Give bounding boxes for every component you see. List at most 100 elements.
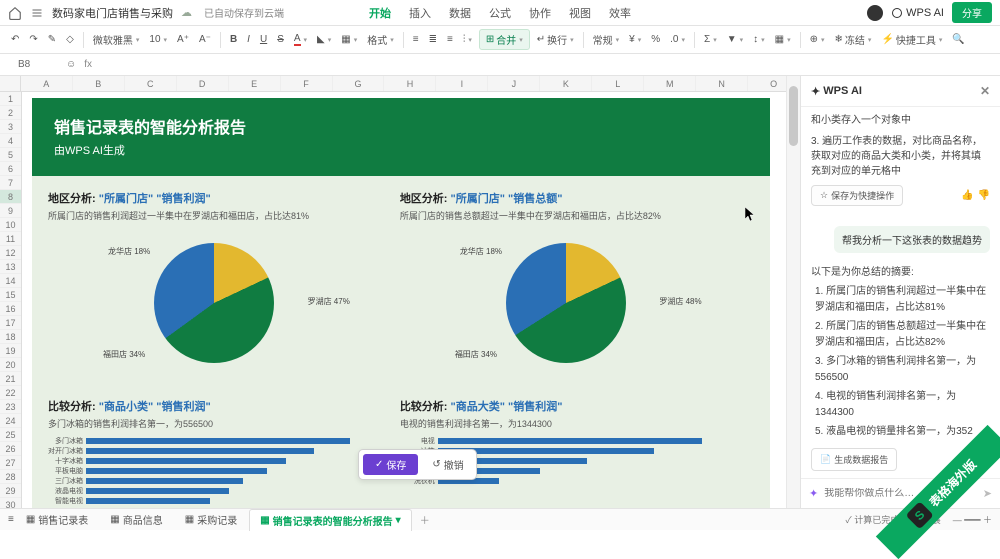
sheet-tab-0[interactable]: ▦ 销售记录表 — [16, 509, 98, 530]
clear-format-icon[interactable]: ◇ — [63, 32, 77, 47]
underline-icon[interactable]: U — [257, 32, 270, 47]
row-header[interactable]: 26 — [0, 442, 21, 456]
cell-style-icon[interactable]: 格式 — [364, 30, 397, 49]
valign-icon[interactable]: ⫶ — [460, 32, 475, 47]
tab-efficiency[interactable]: 效率 — [609, 5, 631, 21]
row-header[interactable]: 13 — [0, 260, 21, 274]
col-header[interactable]: D — [177, 76, 229, 91]
row-header[interactable]: 15 — [0, 288, 21, 302]
row-header[interactable]: 5 — [0, 148, 21, 162]
col-header[interactable]: C — [125, 76, 177, 91]
vertical-scrollbar[interactable] — [786, 76, 800, 508]
currency-icon[interactable]: ¥ — [626, 32, 644, 47]
tab-start[interactable]: 开始 — [369, 5, 391, 21]
send-icon[interactable]: ➤ — [983, 487, 992, 500]
sheet-tab-2[interactable]: ▦ 采购记录 — [175, 509, 247, 530]
select-all-corner[interactable] — [0, 76, 21, 91]
tab-data[interactable]: 数据 — [449, 5, 471, 21]
row-header[interactable]: 12 — [0, 246, 21, 260]
generate-report-button[interactable]: 📄 生成数据报告 — [811, 448, 897, 471]
wps-ai-button[interactable]: WPS AI — [891, 7, 944, 19]
tabs-menu-icon[interactable]: ≡ — [8, 514, 14, 525]
sheet-tab-3[interactable]: ▦ 销售记录表的智能分析报告 ▾ — [249, 509, 411, 531]
bold-icon[interactable]: B — [227, 32, 240, 47]
align-center-icon[interactable]: ≣ — [426, 32, 440, 47]
avatar[interactable] — [867, 5, 883, 21]
row-header[interactable]: 14 — [0, 274, 21, 288]
merge-button[interactable]: ⊞ 合并 — [479, 29, 530, 50]
row-header[interactable]: 21 — [0, 372, 21, 386]
font-color-icon[interactable]: A — [291, 31, 310, 48]
sort-icon[interactable]: ↕ — [750, 32, 768, 47]
row-header[interactable]: 7 — [0, 176, 21, 190]
tab-insert[interactable]: 插入 — [409, 5, 431, 21]
redo-icon[interactable]: ↷ — [26, 32, 40, 47]
cell-reference[interactable]: B8 — [8, 59, 58, 70]
italic-icon[interactable]: I — [244, 32, 253, 47]
autosum-icon[interactable]: Σ — [701, 32, 720, 47]
ai-feedback[interactable]: 👍👎 — [961, 190, 990, 201]
row-header[interactable]: 1 — [0, 92, 21, 106]
row-header[interactable]: 2 — [0, 106, 21, 120]
float-undo-button[interactable]: ↺ 撤销 — [424, 454, 471, 475]
fx-icon[interactable]: ☺ — [66, 59, 76, 70]
row-header[interactable]: 24 — [0, 414, 21, 428]
row-header[interactable]: 29 — [0, 484, 21, 498]
col-header[interactable]: F — [281, 76, 333, 91]
row-header[interactable]: 23 — [0, 400, 21, 414]
search-icon[interactable]: 🔍 — [949, 32, 967, 47]
share-button[interactable]: 分享 — [952, 2, 992, 23]
row-header[interactable]: 3 — [0, 120, 21, 134]
row-header[interactable]: 17 — [0, 316, 21, 330]
add-sheet-icon[interactable]: ＋ — [414, 512, 436, 527]
percent-icon[interactable]: % — [648, 32, 663, 47]
row-header[interactable]: 9 — [0, 204, 21, 218]
row-header[interactable]: 20 — [0, 358, 21, 372]
font-size-select[interactable]: 10 — [146, 32, 170, 47]
align-left-icon[interactable]: ≡ — [410, 32, 422, 47]
align-right-icon[interactable]: ≡ — [444, 32, 456, 47]
tab-formula[interactable]: 公式 — [489, 5, 511, 21]
row-header[interactable]: 27 — [0, 456, 21, 470]
freeze-button[interactable]: ❄ 冻结 — [832, 30, 875, 49]
col-header[interactable]: E — [229, 76, 281, 91]
row-header[interactable]: 30 — [0, 498, 21, 508]
undo-icon[interactable]: ↶ — [8, 32, 22, 47]
col-header[interactable]: N — [696, 76, 748, 91]
close-icon[interactable]: ✕ — [980, 84, 990, 98]
tab-view[interactable]: 视图 — [569, 5, 591, 21]
strike-icon[interactable]: S — [274, 32, 287, 47]
fill-color-icon[interactable]: ◣ — [314, 32, 334, 47]
format-painter-icon[interactable]: ✎ — [45, 32, 59, 47]
conditional-icon[interactable]: ▦ — [772, 32, 794, 47]
insert-row-icon[interactable]: ⊕ — [807, 32, 828, 47]
row-header[interactable]: 25 — [0, 428, 21, 442]
hamburger-icon[interactable] — [30, 6, 44, 20]
font-increase-icon[interactable]: A⁺ — [174, 32, 192, 47]
font-decrease-icon[interactable]: A⁻ — [196, 32, 214, 47]
col-header[interactable]: K — [540, 76, 592, 91]
font-family-select[interactable]: 微软雅黑 — [90, 30, 143, 49]
row-header[interactable]: 18 — [0, 330, 21, 344]
row-header[interactable]: 28 — [0, 470, 21, 484]
zoom-controls[interactable]: — ━━━ ＋ — [953, 513, 992, 526]
number-format-select[interactable]: 常规 — [590, 30, 623, 49]
quick-tools[interactable]: ⚡ 快捷工具 — [878, 30, 945, 49]
sheet-canvas[interactable]: 销售记录表的智能分析报告 由WPS AI生成 地区分析: "所属门店" "销售利… — [22, 92, 800, 508]
float-save-button[interactable]: ✓ 保存 — [363, 454, 418, 475]
col-header[interactable]: J — [488, 76, 540, 91]
wrap-button[interactable]: ↵ 换行 — [534, 30, 577, 49]
col-header[interactable]: L — [592, 76, 644, 91]
filter-icon[interactable]: ▼ — [724, 32, 746, 47]
row-header[interactable]: 6 — [0, 162, 21, 176]
col-header[interactable]: H — [384, 76, 436, 91]
decimal-icon[interactable]: .0 — [667, 32, 688, 47]
col-header[interactable]: B — [73, 76, 125, 91]
row-header[interactable]: 19 — [0, 344, 21, 358]
col-header[interactable]: A — [21, 76, 73, 91]
home-icon[interactable] — [8, 6, 22, 20]
row-header[interactable]: 16 — [0, 302, 21, 316]
border-icon[interactable]: ▦ — [338, 32, 360, 47]
tab-collab[interactable]: 协作 — [529, 5, 551, 21]
col-header[interactable]: I — [436, 76, 488, 91]
